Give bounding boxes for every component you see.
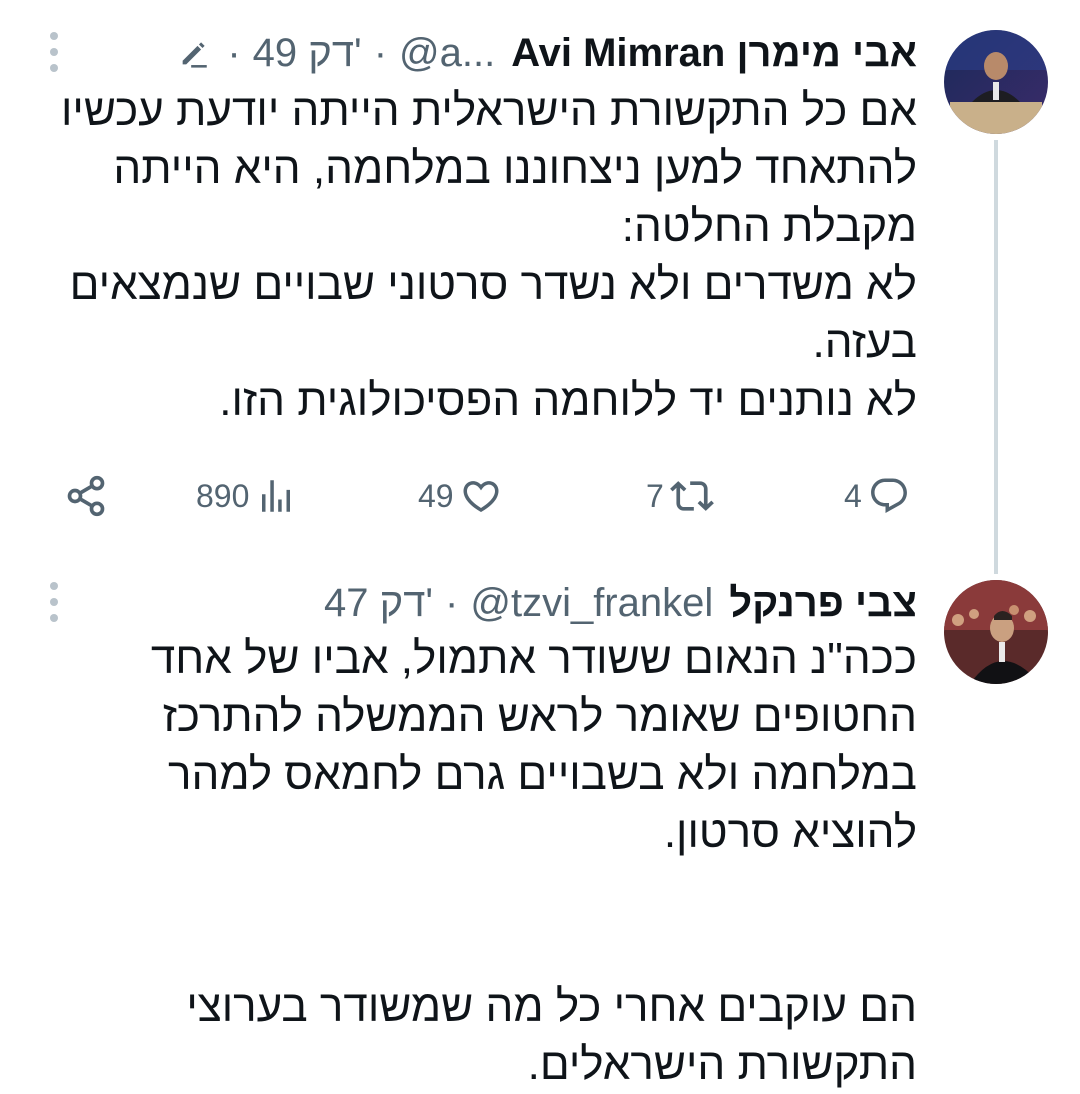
reply-count: 4	[844, 477, 862, 514]
handle[interactable]: @tzvi_frankel	[470, 578, 713, 628]
separator: ·	[445, 581, 459, 625]
views-count: 890	[196, 477, 250, 514]
like-button[interactable]: 49	[412, 466, 502, 526]
tweet-actions: 4 7 49 890	[0, 466, 1080, 526]
more-icon[interactable]	[44, 32, 64, 72]
more-icon[interactable]	[44, 582, 64, 622]
retweet-button[interactable]: 7	[640, 466, 714, 526]
timestamp[interactable]: 47 דק'	[324, 578, 433, 628]
share-button[interactable]	[64, 466, 108, 526]
avatar[interactable]	[944, 580, 1048, 684]
tweet-header: צבי פרנקל @tzvi_frankel · 47 דק'	[324, 578, 917, 628]
share-icon	[64, 474, 108, 518]
tweet-avi-mimran[interactable]: Avi Mimran אבי מימרן @a... · 49 דק' · אם…	[0, 0, 1080, 574]
timestamp[interactable]: 49 דק'	[253, 28, 362, 78]
display-name[interactable]: צבי פרנקל	[729, 578, 917, 628]
tweet-text: ככה"נ הנאום ששודר אתמול, אביו של אחד החט…	[150, 634, 917, 1089]
retweet-icon	[669, 474, 714, 518]
display-name[interactable]: Avi Mimran אבי מימרן	[511, 28, 917, 78]
tweet-header: Avi Mimran אבי מימרן @a... · 49 דק' ·	[177, 28, 917, 78]
retweet-count: 7	[646, 477, 664, 514]
heart-icon	[460, 475, 502, 517]
separator: ·	[227, 31, 241, 75]
views-button[interactable]: 890	[190, 466, 297, 526]
reply-icon	[868, 475, 910, 517]
avatar[interactable]	[944, 30, 1048, 134]
like-count: 49	[418, 477, 454, 514]
reply-button[interactable]: 4	[838, 466, 910, 526]
handle[interactable]: @a...	[399, 28, 495, 78]
tweet-text: אם כל התקשורת הישראלית הייתה יודעת עכשיו…	[60, 86, 917, 425]
separator: ·	[373, 31, 388, 75]
edit-icon[interactable]	[177, 36, 211, 70]
views-icon	[255, 475, 297, 517]
tweet-tzvi-frankel[interactable]: צבי פרנקל @tzvi_frankel · 47 דק' ככה"נ ה…	[0, 560, 1080, 1089]
